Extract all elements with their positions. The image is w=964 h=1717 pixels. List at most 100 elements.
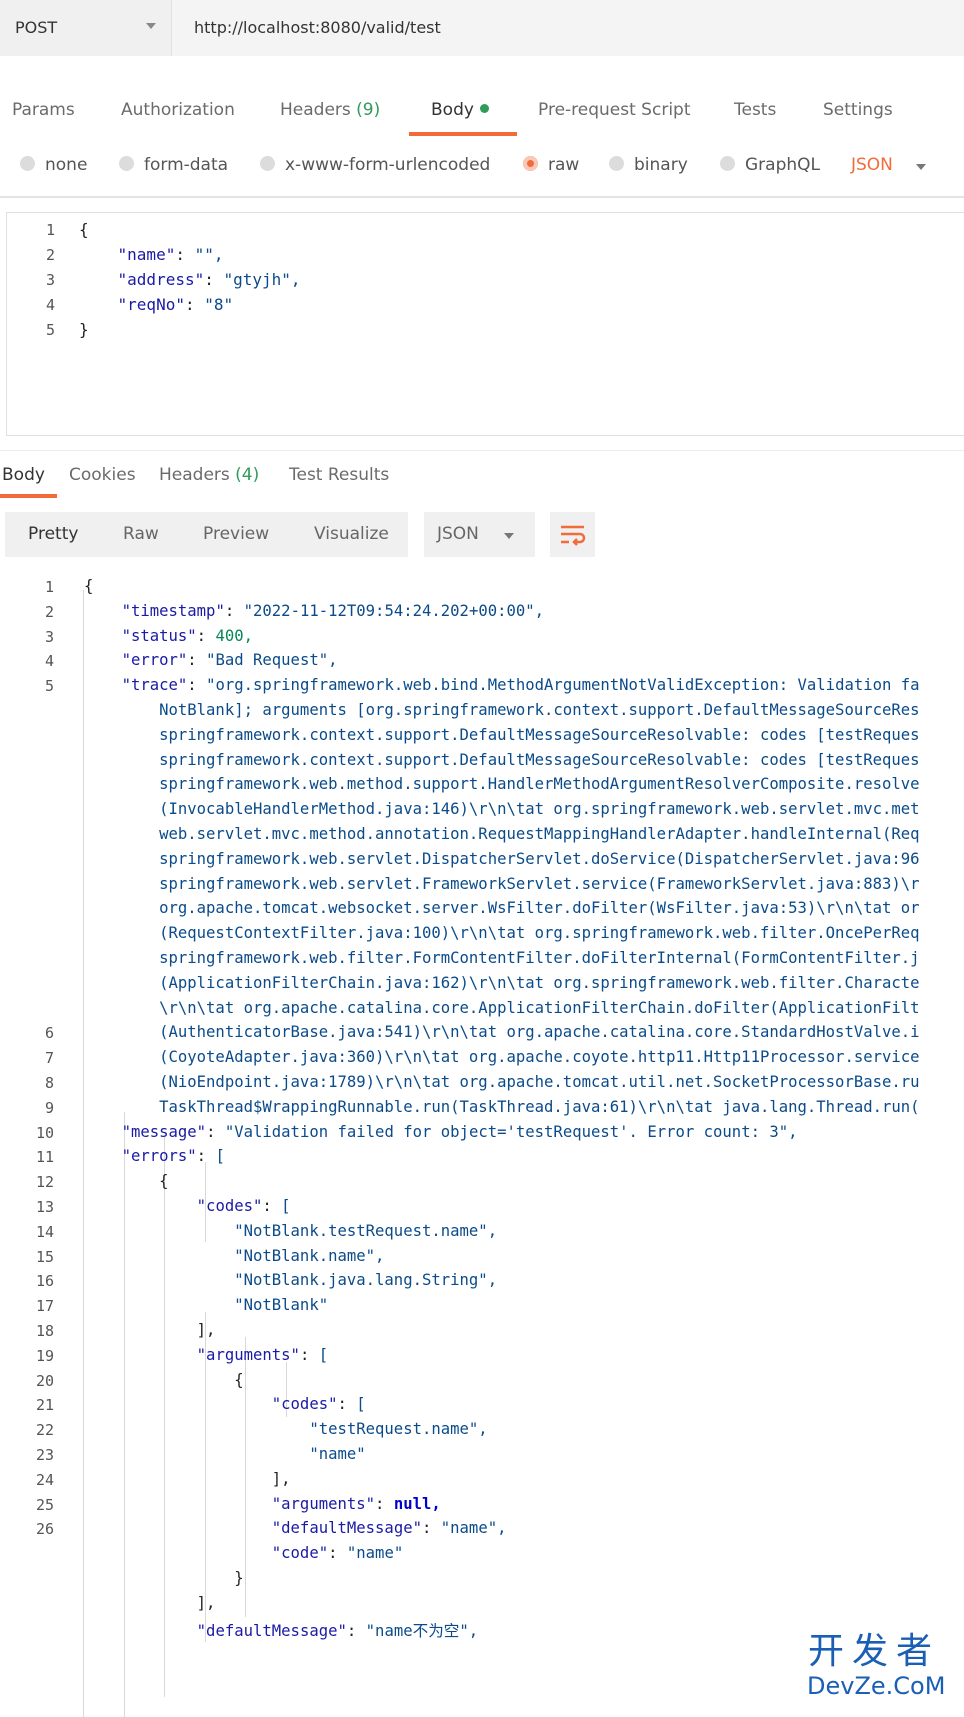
code-line: (AuthenticatorBase.java:541)\r\n\tat org… — [84, 1023, 919, 1041]
code-line: { — [79, 220, 89, 239]
response-format-select[interactable]: JSON — [424, 512, 535, 557]
method-select[interactable]: POST — [0, 0, 172, 56]
code-line: springframework.web.servlet.FrameworkSer… — [84, 875, 919, 893]
tab-body[interactable]: Body — [431, 100, 489, 120]
json-value: "NotBlank" — [84, 1296, 329, 1315]
json-value: "8" — [204, 295, 234, 314]
json-punctuation: } — [84, 1569, 244, 1587]
json-colon: : — [337, 1395, 357, 1414]
code-line: NotBlank]; arguments [org.springframewor… — [84, 701, 919, 719]
radio-form-data[interactable]: form-data — [119, 155, 228, 175]
code-indent: } — [79, 320, 89, 339]
radio-selected-icon — [523, 155, 538, 171]
watermark-logo: 开发者 DevZe.CoM — [805, 1622, 964, 1717]
response-tab-body[interactable]: Body — [2, 465, 45, 485]
view-preview-button[interactable]: Preview — [203, 524, 269, 544]
tab-authorization[interactable]: Authorization — [121, 100, 235, 120]
radio-binary-label: binary — [634, 155, 688, 175]
code-line: ], — [84, 1470, 291, 1488]
code-line: "error": "Bad Request", — [84, 651, 338, 669]
json-key: "name" — [117, 245, 176, 264]
code-line: (CoyoteAdapter.java:360)\r\n\tat org.apa… — [84, 1048, 919, 1066]
request-body-editor[interactable]: 1 {2 "name": "", 3 "address": "gtyjh", 4 "r… — [6, 212, 964, 436]
json-key: "codes" — [196, 1197, 263, 1215]
json-value: \r\n\tat org.apache.catalina.core.Applic… — [84, 998, 920, 1017]
json-number: 400, — [215, 626, 254, 645]
line-number: 8 — [44, 1074, 54, 1092]
code-line: "name" — [84, 1445, 365, 1463]
json-colon: : — [421, 1519, 441, 1538]
view-raw-button[interactable]: Raw — [123, 524, 159, 544]
line-number: 2 — [44, 602, 54, 621]
line-number: 20 — [35, 1371, 54, 1390]
response-tab-test-results[interactable]: Test Results — [289, 465, 389, 485]
view-visualize-button[interactable]: Visualize — [314, 524, 389, 544]
code-line: "address": "gtyjh", — [79, 270, 301, 289]
wrap-lines-icon — [561, 525, 586, 546]
response-tab-headers[interactable]: Headers (4) — [159, 465, 259, 485]
json-punctuation: ], — [84, 1469, 291, 1488]
radio-none[interactable]: none — [20, 155, 87, 175]
response-tab-cookies[interactable]: Cookies — [69, 465, 136, 485]
json-null: null, — [393, 1494, 441, 1513]
radio-graphql[interactable]: GraphQL — [720, 155, 820, 175]
json-colon: : — [204, 270, 224, 289]
json-colon: : — [196, 1147, 216, 1166]
tab-tests[interactable]: Tests — [734, 100, 776, 120]
json-colon: : — [196, 626, 216, 645]
code-line: "testRequest.name", — [84, 1420, 487, 1438]
json-value: [ — [356, 1395, 366, 1414]
radio-dot-icon — [609, 155, 624, 171]
json-colon: : — [184, 295, 205, 314]
json-value: "NotBlank.name", — [84, 1246, 385, 1265]
view-pretty-button[interactable]: Pretty — [28, 524, 78, 544]
code-line: "NotBlank.testRequest.name", — [84, 1222, 497, 1240]
code-line: "codes": [ — [84, 1395, 366, 1413]
json-key: "timestamp" — [121, 601, 225, 620]
json-value: springframework.context.support.DefaultM… — [84, 750, 920, 769]
code-line: "NotBlank.name", — [84, 1247, 384, 1265]
line-number: 26 — [35, 1520, 54, 1539]
radio-binary[interactable]: binary — [609, 155, 688, 175]
json-colon: : — [328, 1544, 347, 1563]
radio-raw[interactable]: raw — [523, 155, 579, 175]
line-number: 4 — [44, 652, 54, 671]
json-key: "arguments" — [271, 1494, 376, 1513]
wrap-lines-button[interactable] — [550, 512, 595, 557]
line-number: 13 — [35, 1198, 54, 1216]
radio-urlencoded[interactable]: x-www-form-urlencoded — [260, 155, 490, 175]
line-number: 5 — [45, 321, 55, 339]
tab-headers[interactable]: Headers (9) — [280, 100, 380, 120]
json-key: "trace" — [121, 676, 188, 695]
code-line: "errors": [ — [84, 1147, 225, 1165]
response-view-toolbar: Pretty Raw Preview Visualize — [5, 512, 408, 557]
json-value: [ — [318, 1345, 329, 1364]
tab-headers-label: Headers — [280, 100, 351, 120]
code-line: } — [79, 320, 89, 339]
request-bar: POST http://localhost:8080/valid/test — [0, 0, 964, 56]
radio-urlencoded-label: x-www-form-urlencoded — [285, 155, 491, 175]
tab-settings[interactable]: Settings — [823, 100, 893, 120]
line-number: 25 — [35, 1495, 54, 1514]
code-line: } — [84, 1569, 244, 1587]
tab-params[interactable]: Params — [12, 100, 75, 120]
code-line: ], — [84, 1321, 216, 1339]
url-input[interactable]: http://localhost:8080/valid/test — [172, 0, 964, 56]
chevron-down-icon — [146, 23, 156, 29]
json-value: "name", — [440, 1519, 507, 1538]
json-punctuation: ], — [84, 1321, 216, 1339]
json-value: springframework.web.servlet.DispatcherSe… — [84, 849, 920, 868]
line-number: 3 — [44, 627, 54, 646]
json-key: "arguments" — [196, 1345, 300, 1364]
response-body-viewer[interactable]: 1 {2 "timestamp": "2022-11-12T09:54:24.20… — [0, 570, 964, 1717]
tab-prerequest-script[interactable]: Pre-request Script — [538, 100, 691, 120]
body-format-select[interactable]: JSON — [851, 155, 893, 175]
